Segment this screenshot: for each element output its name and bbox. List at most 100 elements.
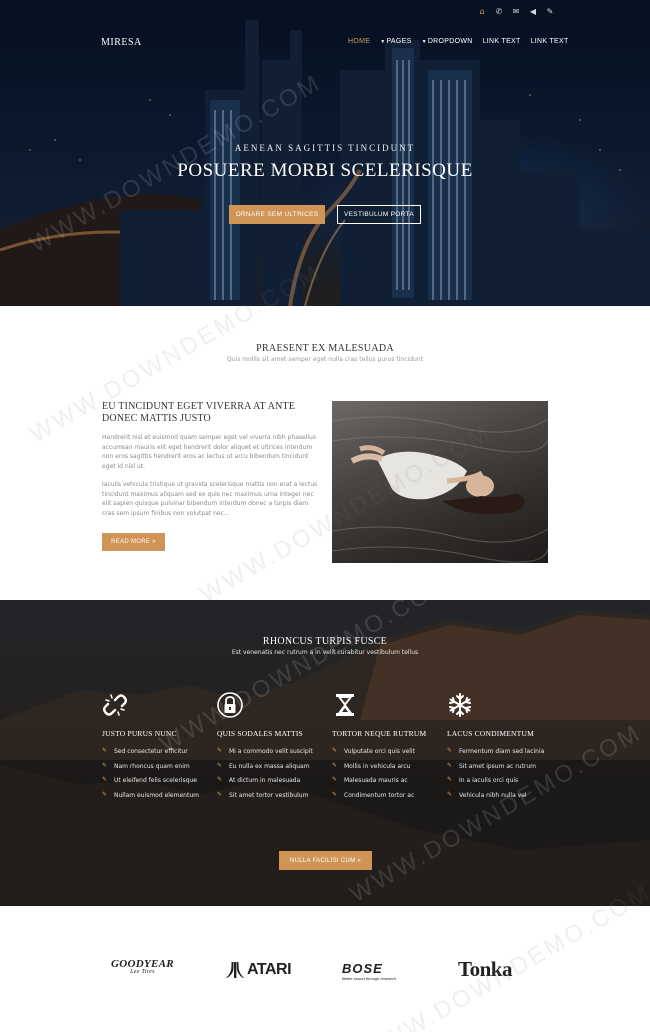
hero-buttons: ORNARE SEM ULTRICES VESTIBULUM PORTA [229, 205, 421, 224]
feature-list: ✎ Fermentum diam sed lacinia ✎ Sit amet ip… [447, 747, 555, 800]
list-item-text: Nam rhoncus quam enim [114, 762, 190, 770]
pencil-icon: ✎ [217, 761, 223, 769]
feature-column: LACUS CONDIMENTUM ✎ Fermentum diam sed la… [447, 692, 555, 805]
nav-item-dropdown[interactable]: ▼DROPDOWN [422, 38, 473, 45]
feature-heading: QUIS SODALES MATTIS [217, 729, 303, 738]
list-item-text: Nullam euismod elementum [114, 791, 199, 799]
nav-label: PAGES [386, 38, 412, 45]
list-item-text: Mi a commodo velit suscipit [229, 748, 313, 755]
pencil-icon: ✎ [332, 776, 338, 783]
section-title: PRAESENT EX MALESUADA [256, 343, 394, 354]
list-item-text: Ut eleifend felis scelerisque [114, 777, 197, 784]
site-logo[interactable]: MIRESA [101, 37, 142, 48]
feature-heading: TORTOR NEQUE RUTRUM [332, 729, 427, 738]
list-item: ✎ Sed consectetur efficitur [102, 747, 210, 757]
pencil-icon: ✎ [217, 790, 223, 798]
pencil-icon: ✎ [332, 747, 338, 754]
goodyear-logo[interactable]: GOODYEAR Lee Tires [111, 958, 174, 975]
read-more-button[interactable]: READ MORE » [102, 533, 165, 551]
nav-label: LINK TEXT [530, 38, 569, 45]
list-item-text: Sit amet tortor vestibulum [229, 791, 309, 799]
list-item: ✎ Vulputate orci quis velit [332, 747, 440, 757]
atari-wordmark: ATARI [247, 961, 292, 978]
hero-kicker: AENEAN SAGITTIS TINCIDUNT [234, 143, 416, 153]
feature-list: ✎ Mi a commodo velit suscipit ✎ Eu nulla e… [217, 747, 325, 800]
pencil-icon: ✎ [217, 747, 223, 754]
pencil-icon: ✎ [102, 776, 108, 783]
hero-primary-button[interactable]: ORNARE SEM ULTRICES [229, 205, 325, 224]
list-item-text: Mollis in vehicula arcu [344, 762, 411, 770]
nav-item-pages[interactable]: ▼PAGES [380, 38, 411, 45]
bose-logo[interactable]: BOSE Better sound through research. [342, 961, 397, 981]
list-item: ✎ Nullam euismod elementum [102, 791, 210, 801]
list-item: ✎ At dictum in malesuada [217, 776, 325, 786]
pencil-icon: ✎ [447, 747, 453, 754]
nav-item-link-text-1[interactable]: LINK TEXT [483, 38, 521, 45]
feature-column: QUIS SODALES MATTIS ✎ Mi a commodo velit … [217, 692, 325, 805]
list-item: ✎ Condimentum tortor ac [332, 791, 440, 801]
list-item-text: Malesuada mauris ac [344, 777, 408, 784]
home-icon[interactable]: ⌂ [478, 8, 486, 16]
atari-logo[interactable]: ATARI [226, 961, 292, 979]
feature-column: TORTOR NEQUE RUTRUM ✎ Vulputate orci quis… [332, 692, 440, 805]
pencil-icon: ✎ [217, 776, 223, 783]
list-item-text: Fermentum diam sed lacinia [459, 748, 545, 755]
atari-fuji-icon [226, 962, 244, 978]
article-paragraph: Hendrerit nisl et euismod quam semper eg… [102, 434, 316, 470]
bose-wordmark: BOSE [342, 961, 383, 976]
feature-heading: LACUS CONDIMENTUM [447, 729, 534, 738]
brand-logos-section: GOODYEAR Lee Tires ATARI BOSE Better sou… [0, 906, 650, 1032]
list-item: ✎ Nam rhoncus quam enim [102, 762, 210, 772]
pencil-icon: ✎ [447, 761, 453, 769]
list-item: ✎ Vehicula nibh nulla vel [447, 791, 555, 801]
sound-icon[interactable]: ◀ [529, 8, 537, 16]
features-section: RHONCUS TURPIS FUSCE Est venenatis nec r… [0, 600, 650, 906]
pencil-icon: ✎ [447, 776, 453, 783]
pencil-icon: ✎ [332, 761, 338, 769]
hourglass-icon [336, 694, 354, 716]
edit-icon[interactable]: ✎ [546, 8, 554, 16]
features-cta-button[interactable]: NULLA FACILISI CUM » [279, 851, 372, 870]
list-item: ✎ Mi a commodo velit suscipit [217, 747, 325, 757]
feature-heading: JUSTO PURUS NUNC [102, 729, 177, 738]
phone-icon[interactable]: ✆ [495, 8, 503, 16]
article-paragraph: Iaculis vehicula tristique ut gravida sc… [102, 481, 318, 517]
nav-label: LINK TEXT [482, 38, 521, 45]
list-item: ✎ Fermentum diam sed lacinia [447, 747, 555, 757]
pencil-icon: ✎ [447, 790, 453, 798]
nav-label: HOME [348, 38, 371, 45]
caret-down-icon: ▼ [421, 39, 427, 45]
list-item: ✎ Mollis in vehicula arcu [332, 762, 440, 772]
lock-icon [217, 692, 243, 718]
section-subtitle: Quis mollis sit amet semper eget nulla c… [227, 356, 423, 363]
pencil-icon: ✎ [102, 790, 108, 798]
intro-section: PRAESENT EX MALESUADA Quis mollis sit am… [0, 306, 650, 600]
section-title: RHONCUS TURPIS FUSCE [262, 636, 388, 647]
list-item: ✎ Ut eleifend felis scelerisque [102, 776, 210, 786]
list-item: ✎ Malesuada mauris ac [332, 776, 440, 786]
list-item-text: Sed consectetur efficitur [114, 748, 188, 755]
feature-column: JUSTO PURUS NUNC ✎ Sed consectetur effici… [102, 692, 210, 805]
list-item-text: Vulputate orci quis velit [344, 748, 415, 755]
tonka-logo[interactable]: Tonka [458, 957, 512, 982]
list-item: ✎ In a iaculis orci quis [447, 776, 555, 786]
section-subtitle: Est venenatis nec rutrum a in velit cura… [231, 649, 419, 656]
article-title: EU TINCIDUNT EGET VIVERRA AT ANTE DONEC … [102, 401, 296, 424]
unlink-icon [103, 694, 127, 716]
top-icon-bar: ⌂ ✆ ✉ ◀ ✎ [478, 8, 554, 16]
hero-overlay [0, 0, 650, 306]
nav-item-link-text-2[interactable]: LINK TEXT [531, 38, 569, 45]
pencil-icon: ✎ [332, 790, 338, 798]
snowflake-icon [449, 693, 471, 717]
feature-list: ✎ Sed consectetur efficitur ✎ Nam rhoncus … [102, 747, 210, 800]
pencil-icon: ✎ [102, 761, 108, 769]
list-item-text: At dictum in malesuada [229, 777, 301, 784]
mail-icon[interactable]: ✉ [512, 8, 520, 16]
list-item-text: Condimentum tortor ac [344, 791, 415, 799]
list-item-text: Eu nulla ex massa aliquam [229, 762, 310, 770]
pencil-icon: ✎ [102, 747, 108, 754]
list-item: ✎ Sit amet ipsum ac rutrum [447, 762, 555, 772]
bose-tagline: Better sound through research. [342, 976, 398, 981]
nav-item-home[interactable]: HOME [348, 38, 370, 45]
hero-secondary-button[interactable]: VESTIBULUM PORTA [337, 205, 421, 224]
